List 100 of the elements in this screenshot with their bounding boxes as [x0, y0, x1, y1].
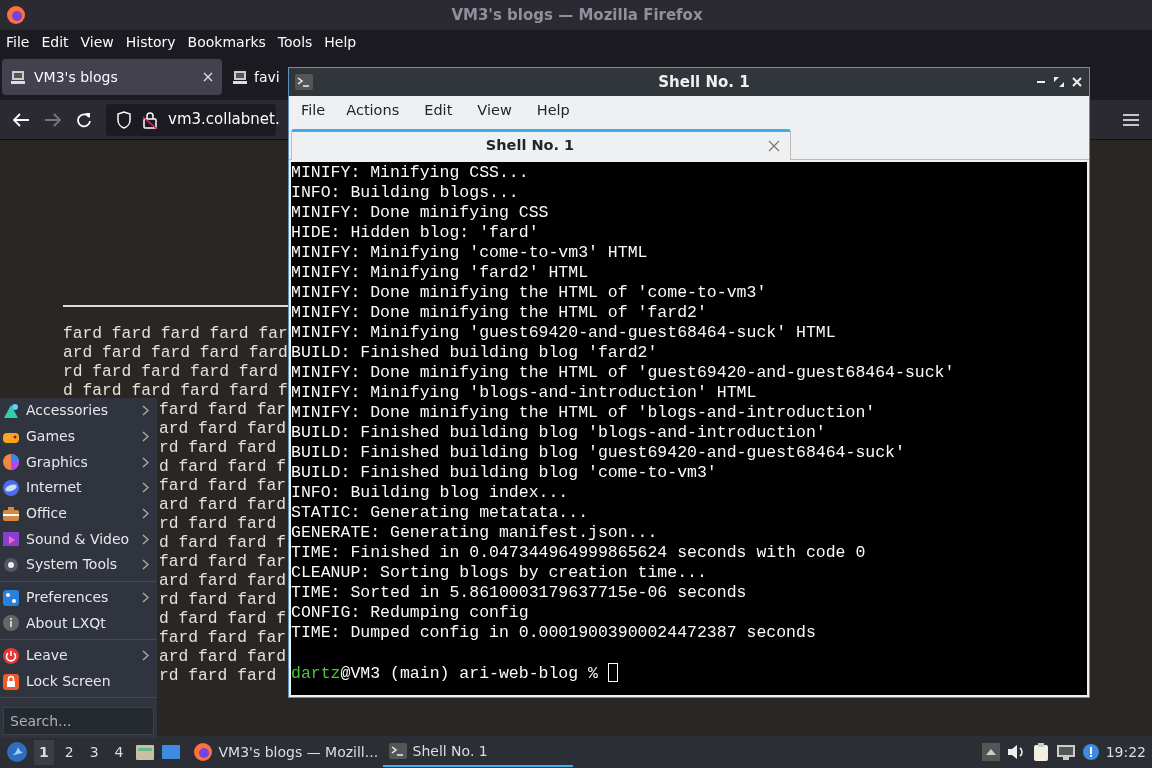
text-line: fard fard far	[159, 476, 286, 495]
briefcase-icon	[2, 504, 20, 523]
text-line: ard fard fard	[159, 571, 286, 590]
menu-item[interactable]: Graphics	[0, 449, 157, 475]
search-field[interactable]: Search...	[3, 707, 154, 735]
output-line: BUILD: Finished building blog 'guest69420-and-guest68464-suck'	[291, 443, 906, 463]
output-line: BUILD: Finished building blog 'come-to-vm3'	[291, 463, 718, 483]
cursor	[607, 663, 618, 682]
output-line: CONFIG: Redumping config	[291, 603, 530, 623]
output-line: STATIC: Generating metatata...	[291, 503, 590, 523]
menu-item[interactable]: Leave	[0, 643, 157, 669]
text-line: fard fard far	[159, 400, 286, 419]
menu-item[interactable]: Games	[0, 423, 157, 450]
menu-item[interactable]: Internet	[0, 475, 157, 501]
clock[interactable]: 19:22	[1105, 741, 1146, 763]
power-icon	[2, 646, 20, 665]
browser-tab[interactable]: VM3's blogs	[2, 59, 222, 95]
desktop-switcher[interactable]: 3	[84, 739, 104, 765]
text-line: fard fard far	[159, 552, 286, 571]
text-line: rd fard fard	[159, 590, 277, 609]
menu-item[interactable]: Office	[0, 500, 157, 527]
output-line: MINIFY: Minifying 'come-to-vm3' HTML	[291, 243, 649, 263]
text-line: rd fard fard	[159, 666, 277, 685]
menu-item[interactable]: Lock Screen	[0, 668, 157, 695]
info-icon	[2, 614, 20, 633]
output-line: MINIFY: Done minifying CSS	[291, 203, 550, 223]
output-line: BUILD: Finished building blog 'blogs-and-introduction'	[291, 423, 827, 443]
taskbar-button[interactable]: Shell No. 1	[382, 737, 573, 767]
text-line: fard fard far	[159, 628, 286, 647]
text-line: d fard fard f	[159, 609, 286, 628]
menu-item[interactable]: Tools	[271, 31, 319, 53]
gear-icon	[2, 555, 20, 574]
computer-icon	[10, 69, 26, 85]
notification-icon[interactable]	[1081, 743, 1100, 761]
output-line: GENERATE: Generating manifest.json...	[291, 523, 659, 543]
menu-item[interactable]: View	[477, 100, 521, 122]
window-title: Shell No. 1	[657, 71, 751, 93]
menu-icon[interactable]	[1122, 112, 1140, 127]
output-line: MINIFY: Done minifying the HTML of 'come-to-vm3'	[291, 283, 768, 303]
output-line: INFO: Building blogs...	[291, 183, 520, 203]
menu-item[interactable]: Edit	[424, 100, 462, 122]
menu-item[interactable]: Help	[318, 31, 363, 53]
desktop-switcher[interactable]: 4	[109, 739, 129, 765]
output-line: MINIFY: Minifying 'blogs-and-introduction' HTML	[291, 383, 758, 403]
menu-item[interactable]: Help	[536, 100, 579, 122]
desktop-icon[interactable]	[160, 743, 181, 761]
preferences-icon	[2, 588, 20, 607]
output-line: MINIFY: Minifying 'guest69420-and-guest68464-suck' HTML	[291, 323, 837, 343]
menu-item[interactable]: Preferences	[0, 584, 157, 611]
media-icon	[2, 530, 20, 549]
text-line: rd fard fard	[159, 514, 277, 533]
shield-icon[interactable]	[116, 110, 132, 129]
back-arrow-icon[interactable]	[12, 111, 30, 128]
maximize-icon[interactable]	[1053, 76, 1065, 88]
terminal-tab[interactable]: Shell No. 1	[291, 129, 791, 160]
menu-item[interactable]: File	[301, 100, 335, 122]
text-line: ard fard fard	[159, 647, 286, 666]
address-bar[interactable]: vm3.collabnet.	[106, 103, 276, 136]
output-line: MINIFY: Done minifying the HTML of 'blogs-and-introduction'	[291, 403, 877, 423]
output-line: HIDE: Hidden blog: 'fard'	[291, 223, 540, 243]
menu-item[interactable]: Edit	[35, 31, 75, 53]
output-line: TIME: Dumped config in 0.00019003900024472387 seconds	[291, 623, 817, 643]
lock-icon	[2, 672, 20, 691]
menu-item[interactable]: About LXQt	[0, 610, 157, 637]
terminal-icon	[388, 743, 407, 759]
volume-icon[interactable]	[1005, 743, 1026, 761]
output-line: MINIFY: Minifying CSS...	[291, 163, 530, 183]
text-line: rd fard fard	[159, 438, 277, 457]
menu-item[interactable]: History	[119, 31, 182, 53]
text-line: d fard fard f	[159, 457, 286, 476]
terminal-icon	[295, 74, 313, 90]
clipboard-icon[interactable]	[1031, 742, 1050, 762]
file-manager-icon[interactable]	[134, 743, 155, 761]
window-title: VM3's blogs — Mozilla Firefox	[450, 4, 704, 26]
menu-item[interactable]: Accessories	[0, 398, 157, 424]
lock-icon[interactable]	[142, 110, 158, 129]
text-line: ard fard fard fard fard	[63, 343, 288, 362]
taskbar-button[interactable]: VM3's blogs — Mozill...	[186, 737, 377, 767]
text-line: ard fard fard	[159, 419, 286, 438]
output-line: INFO: Building blog index...	[291, 483, 570, 503]
reload-icon[interactable]	[76, 111, 92, 128]
start-menu-icon[interactable]	[6, 741, 28, 763]
desktop-switcher[interactable]: 2	[59, 739, 79, 765]
menu-item[interactable]: Sound & Video	[0, 526, 157, 553]
output-line: MINIFY: Done minifying the HTML of 'guest69420-and-guest68464-suck'	[291, 363, 956, 383]
desktop-switcher[interactable]: 1	[34, 739, 54, 765]
menu-item[interactable]: Bookmarks	[181, 31, 272, 53]
menu-item[interactable]: Actions	[346, 100, 409, 122]
network-icon[interactable]	[1055, 743, 1076, 761]
menu-item[interactable]: File	[0, 31, 36, 53]
prompt-line: dartz@VM3 (main) ari-web-blog %	[291, 663, 1087, 683]
text-line: rd fard fard fard fard	[63, 362, 278, 381]
browser-tab[interactable]: favi	[228, 59, 284, 95]
forward-arrow-icon[interactable]	[44, 111, 62, 128]
color-wheel-icon	[2, 453, 20, 472]
menu-item[interactable]: View	[74, 31, 120, 53]
menu-item[interactable]: System Tools	[0, 552, 157, 578]
firefox-icon	[192, 742, 213, 762]
output-line: BUILD: Finished building blog 'fard2'	[291, 343, 659, 363]
output-line: TIME: Finished in 0.047344964999865624 seconds with code 0	[291, 543, 867, 563]
